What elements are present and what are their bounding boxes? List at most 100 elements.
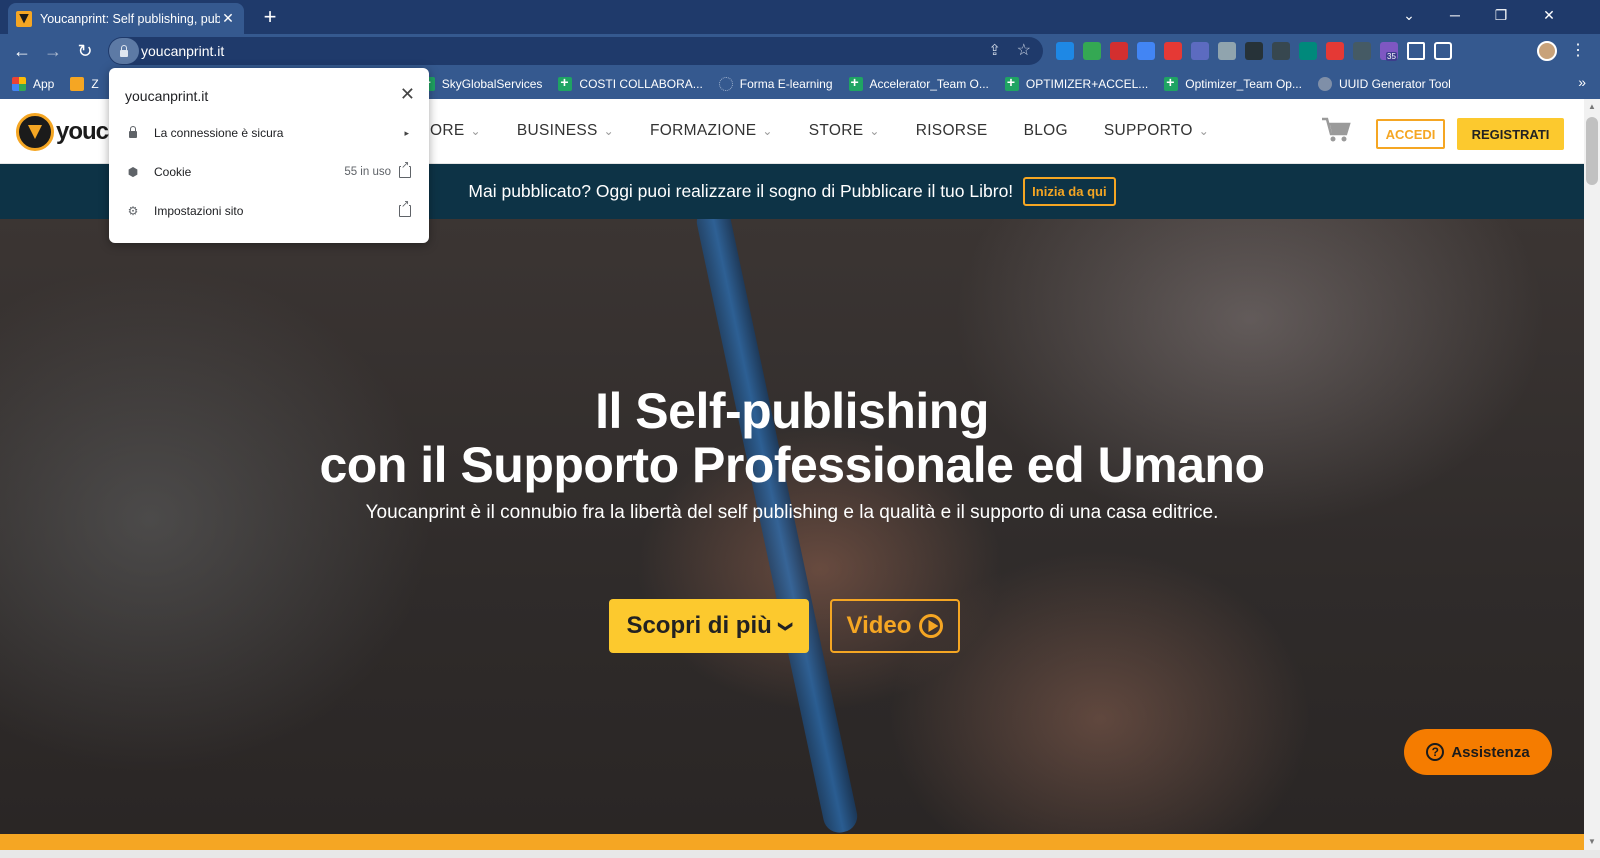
nav-item-business[interactable]: BUSINESS ⌄ <box>517 122 614 140</box>
bookmark-label: Z <box>91 76 99 91</box>
nav-item-label: RISORSE <box>915 122 988 139</box>
extension-icon[interactable] <box>1272 42 1290 60</box>
bookmarks-more-icon[interactable]: » <box>1578 74 1586 90</box>
lock-icon <box>126 126 140 140</box>
bookmark-item[interactable]: Forma E-learning <box>718 76 833 91</box>
register-button[interactable]: REGISTRATI <box>1457 118 1564 150</box>
promo-text: Mai pubblicato? Oggi puoi realizzare il … <box>468 181 1014 201</box>
forward-button[interactable]: → <box>41 39 65 63</box>
globe-icon <box>1317 76 1332 91</box>
sheets-icon <box>848 74 863 91</box>
nav-item-formazione[interactable]: FORMAZIONE ⌄ <box>650 122 773 140</box>
connection-secure-row[interactable]: La connessione è sicura ▸ <box>109 114 429 152</box>
browser-menu-icon[interactable]: ⋮ <box>1570 40 1586 60</box>
chevron-down-icon: ❯ <box>778 620 795 632</box>
share-icon[interactable]: ⇪ <box>988 41 1001 59</box>
nav-item-label: FORMAZIONE <box>650 122 757 139</box>
promo-cta-button[interactable]: Inizia da qui <box>1023 177 1116 206</box>
video-button[interactable]: Video <box>830 599 960 653</box>
help-icon: ? <box>1426 743 1445 761</box>
bookmark-label: COSTI COLLABORA... <box>579 76 703 91</box>
site-info-popup: youcanprint.it ✕ La connessione è sicura… <box>109 68 429 243</box>
bookmark-star-icon[interactable]: ☆ <box>1017 40 1031 60</box>
bookmark-item[interactable]: Z <box>70 76 99 91</box>
extension-icon[interactable] <box>1164 42 1182 60</box>
nav-item-label: SUPPORTO <box>1103 122 1193 139</box>
chevron-down-icon: ⌄ <box>470 124 481 138</box>
back-button[interactable]: ← <box>10 39 34 63</box>
nav-item-risorse[interactable]: RISORSE <box>916 122 988 140</box>
bookmark-label: Optimizer_Team Op... <box>1185 76 1302 91</box>
popup-close-icon[interactable]: ✕ <box>400 84 415 105</box>
extension-icon[interactable] <box>1110 42 1128 60</box>
bookmark-item[interactable]: OPTIMIZER+ACCEL... <box>1004 74 1149 91</box>
login-button[interactable]: ACCEDI <box>1376 119 1445 149</box>
page-scrollbar[interactable]: ▲ ▼ <box>1584 99 1600 850</box>
nav-item-blog[interactable]: BLOG <box>1024 122 1068 140</box>
window-minimize-button[interactable]: ─ <box>1432 0 1478 30</box>
hero-title-line-1: Il Self-publishing <box>595 383 989 439</box>
hero-background-image <box>693 219 861 834</box>
cookie-row[interactable]: ⬢ Cookie 55 in uso <box>109 153 429 191</box>
extension-icon[interactable] <box>1137 42 1155 60</box>
assistance-button[interactable]: ? Assistenza <box>1404 729 1552 775</box>
scrollbar-thumb[interactable] <box>1586 117 1598 185</box>
external-link-icon <box>399 200 411 217</box>
side-panel-icon[interactable] <box>1434 42 1452 60</box>
extension-icon[interactable] <box>1353 42 1371 60</box>
bookmark-item[interactable]: UUID Generator Tool <box>1317 76 1451 91</box>
nav-item-label: STORE <box>808 122 864 139</box>
browser-tab-bar: Youcanprint: Self publishing, pub ✕ + ⌄ … <box>0 0 1600 34</box>
cart-icon[interactable] <box>1321 116 1351 144</box>
bookmark-item[interactable]: SkyGlobalServices <box>420 74 542 91</box>
nav-item-label: BLOG <box>1023 122 1068 139</box>
extension-icon[interactable] <box>1191 42 1209 60</box>
bookmark-item[interactable]: App <box>12 76 54 91</box>
nav-item-label: ORE <box>430 122 465 139</box>
cookie-label: Cookie <box>154 165 192 179</box>
puzzle-extensions-icon[interactable] <box>1407 42 1425 60</box>
nav-item-supporto[interactable]: SUPPORTO ⌄ <box>1104 122 1209 140</box>
nav-item-store[interactable]: STORE ⌄ <box>809 122 880 140</box>
nav-item-ore[interactable]: ORE ⌄ <box>430 122 481 140</box>
nav-item-label: BUSINESS <box>516 122 598 139</box>
tab-search-icon[interactable]: ⌄ <box>1386 0 1432 30</box>
site-info-lock-icon[interactable] <box>109 38 139 64</box>
address-bar[interactable]: youcanprint.it ⇪ ☆ <box>108 37 1043 65</box>
profile-avatar[interactable] <box>1537 41 1557 61</box>
extension-icon[interactable] <box>1299 42 1317 60</box>
window-restore-button[interactable]: ❐ <box>1478 0 1524 30</box>
extension-icon[interactable]: 35 <box>1380 42 1398 61</box>
tab-title: Youcanprint: Self publishing, pub <box>40 11 220 26</box>
bookmark-item[interactable]: Accelerator_Team O... <box>848 74 989 91</box>
bookmark-label: OPTIMIZER+ACCEL... <box>1025 76 1149 91</box>
dots-icon <box>718 76 733 91</box>
scroll-up-icon[interactable]: ▲ <box>1584 99 1600 115</box>
video-label: Video <box>846 612 912 639</box>
extension-icon[interactable] <box>1218 42 1236 60</box>
cookie-count: 55 in uso <box>344 166 391 178</box>
cookie-icon: ⬢ <box>127 165 139 179</box>
bookmark-label: Accelerator_Team O... <box>869 76 989 91</box>
extension-icon[interactable] <box>1056 42 1074 60</box>
extension-icon[interactable] <box>1245 42 1263 60</box>
gear-icon: ⚙ <box>127 204 139 218</box>
bookmark-item[interactable]: Optimizer_Team Op... <box>1164 74 1302 91</box>
chevron-right-icon: ▸ <box>404 127 409 138</box>
window-close-button[interactable]: ✕ <box>1526 0 1572 30</box>
youcanprint-logo[interactable]: youca <box>16 113 121 151</box>
scroll-down-icon[interactable]: ▼ <box>1584 834 1600 850</box>
youcanprint-favicon-icon <box>16 10 32 27</box>
discover-more-button[interactable]: Scopri di più ❯ <box>609 599 809 653</box>
extension-icon[interactable] <box>1083 42 1101 60</box>
site-settings-row[interactable]: ⚙ Impostazioni sito <box>109 192 429 230</box>
tab-close-icon[interactable]: ✕ <box>220 10 236 27</box>
new-tab-button[interactable]: + <box>258 5 282 29</box>
extension-icon[interactable] <box>1326 42 1344 60</box>
url-text[interactable]: youcanprint.it <box>141 43 224 59</box>
browser-tab[interactable]: Youcanprint: Self publishing, pub ✕ <box>8 3 244 34</box>
reload-button[interactable]: ↻ <box>73 39 97 63</box>
bookmark-item[interactable]: COSTI COLLABORA... <box>558 74 703 91</box>
bookmark-label: UUID Generator Tool <box>1338 76 1451 91</box>
chevron-down-icon: ⌄ <box>762 124 773 138</box>
